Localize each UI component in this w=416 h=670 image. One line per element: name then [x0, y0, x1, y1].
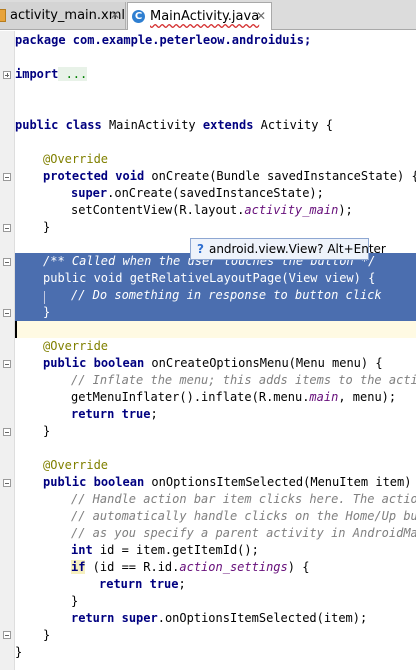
code-line: @Override	[43, 152, 109, 166]
fold-collapse-icon[interactable]	[3, 360, 11, 368]
xml-file-icon	[0, 9, 6, 22]
code-line: }	[43, 305, 51, 319]
fold-expand-icon[interactable]	[3, 71, 11, 79]
code-line: package com.example.peterleow.androiduis…	[15, 33, 312, 47]
code-line: // Do something in response to button cl…	[71, 288, 382, 302]
code-line: import ...	[15, 67, 88, 81]
code-line: // Handle action bar item clicks here. T…	[71, 492, 416, 506]
code-line: public boolean onOptionsItemSelected(Men…	[43, 475, 416, 489]
code-line: int id = item.getItemId();	[71, 543, 259, 557]
text-caret	[15, 321, 17, 338]
code-line: return true;	[99, 577, 186, 591]
code-line: protected void onCreate(Bundle savedInst…	[43, 169, 416, 183]
close-icon[interactable]: ✕	[110, 8, 120, 22]
code-line: @Override	[43, 339, 109, 353]
fold-collapse-icon[interactable]	[3, 173, 11, 181]
fold-collapse-icon[interactable]	[3, 258, 11, 266]
code-line: }	[71, 594, 79, 608]
import-hint-tooltip[interactable]: ? android.view.View? Alt+Enter	[190, 238, 386, 260]
code-line: // Inflate the menu; this adds items to …	[71, 373, 416, 387]
code-line: return super.onOptionsItemSelected(item)…	[71, 611, 368, 625]
code-line: // automatically handle clicks on the Ho…	[71, 509, 416, 523]
current-line-highlight	[15, 321, 416, 338]
fold-collapse-icon[interactable]	[3, 309, 11, 317]
code-line: getMenuInflater().inflate(R.menu.main, m…	[71, 390, 397, 404]
indent-guide	[44, 291, 45, 304]
code-line: setContentView(R.layout.activity_main);	[71, 203, 353, 217]
code-line: }	[43, 220, 51, 234]
question-icon: ?	[197, 242, 204, 256]
tab-label: activity_main.xml	[9, 8, 125, 23]
code-line: }	[15, 645, 23, 659]
folded-imports[interactable]: ...	[58, 67, 88, 81]
editor-tab-bar: activity_main.xml ✕ C MainActivity.java …	[0, 0, 416, 30]
tab-label: MainActivity.java	[150, 9, 260, 24]
code-line: return true;	[71, 407, 158, 421]
code-line: // as you specify a parent activity in A…	[71, 526, 416, 540]
code-line: }	[43, 424, 51, 438]
fold-collapse-icon[interactable]	[3, 224, 11, 232]
fold-collapse-icon[interactable]	[3, 428, 11, 436]
close-icon[interactable]: ✕	[256, 9, 266, 23]
tooltip-text: android.view.View? Alt+Enter	[208, 242, 386, 256]
fold-collapse-icon[interactable]	[3, 479, 11, 487]
code-line: }	[43, 628, 51, 642]
java-class-icon: C	[132, 10, 145, 23]
tab-activity-main-xml[interactable]: activity_main.xml ✕	[0, 2, 126, 29]
tab-mainactivity-java[interactable]: C MainActivity.java ✕	[127, 2, 272, 30]
code-line: public void getRelativeLayoutPage(View v…	[43, 271, 376, 285]
fold-collapse-icon[interactable]	[3, 631, 11, 639]
code-line: if (id == R.id.action_settings) {	[71, 560, 310, 574]
code-line: public class MainActivity extends Activi…	[15, 118, 333, 132]
code-line: @Override	[43, 458, 109, 472]
editor-gutter	[0, 31, 15, 670]
code-line: public boolean onCreateOptionsMenu(Menu …	[43, 356, 383, 370]
code-line: super.onCreate(savedInstanceState);	[71, 186, 324, 200]
